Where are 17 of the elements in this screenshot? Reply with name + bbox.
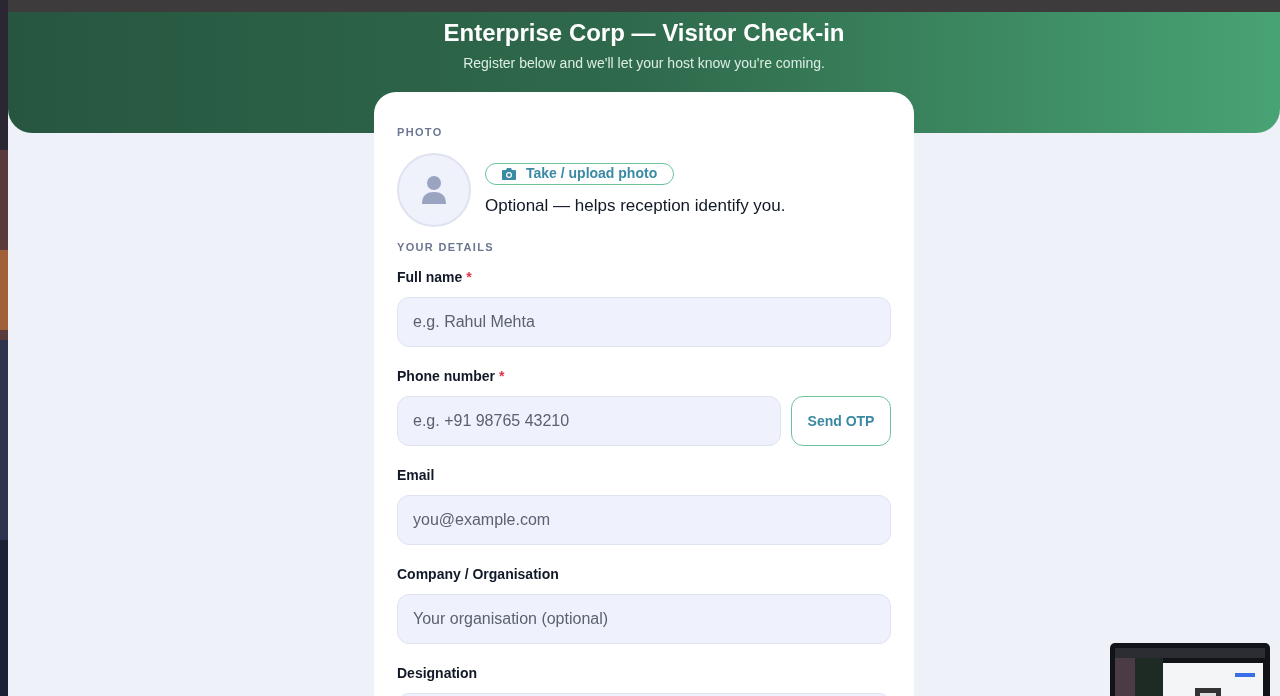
required-mark: * xyxy=(466,268,472,287)
input-field[interactable]: e.g. Rahul Mehta xyxy=(397,297,891,347)
field-label: Email xyxy=(397,466,435,485)
section-label: YOUR DETAILS xyxy=(397,239,495,255)
field-label: Phone number xyxy=(397,367,495,386)
send-otp-button[interactable]: Send OTP xyxy=(791,396,891,446)
input-field[interactable]: Your organisation (optional) xyxy=(397,594,891,644)
input-field[interactable]: you@example.com xyxy=(397,495,891,545)
input-field[interactable]: e.g. +91 98765 43210 xyxy=(397,396,781,446)
page-subtitle: Register below and we'll let your host know you're coming. xyxy=(463,54,825,73)
required-mark: * xyxy=(499,367,505,386)
section-label: PHOTO xyxy=(397,125,444,140)
field-label: Company / Organisation xyxy=(397,565,559,584)
field-label: Full name xyxy=(397,268,463,287)
page-title: Enterprise Corp — Visitor Check-in xyxy=(443,19,845,47)
photo-hint: Optional — helps reception identify you. xyxy=(485,194,786,217)
field-label: Designation xyxy=(397,664,478,683)
